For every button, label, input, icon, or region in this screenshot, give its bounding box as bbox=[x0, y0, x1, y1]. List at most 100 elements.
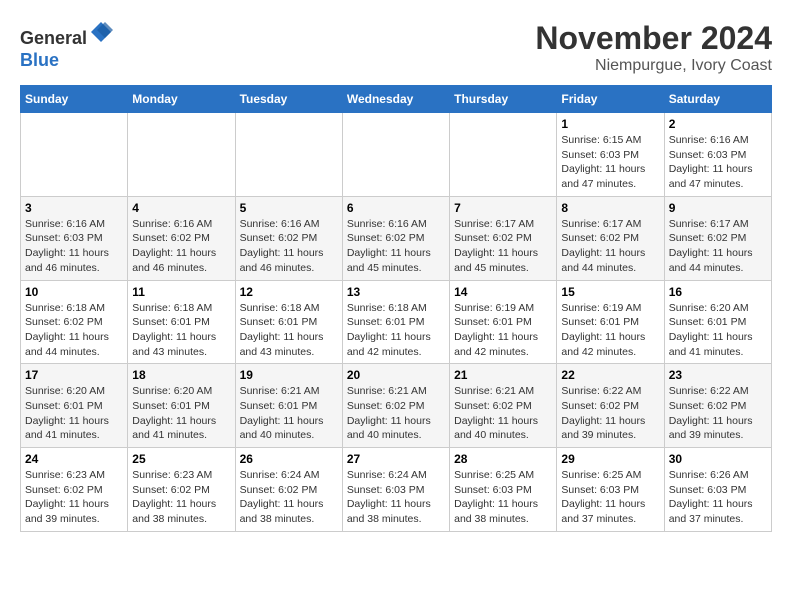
day-number: 8 bbox=[561, 201, 659, 215]
title-block: November 2024 Niempurgue, Ivory Coast bbox=[535, 20, 772, 75]
day-info: Sunrise: 6:18 AMSunset: 6:02 PMDaylight:… bbox=[25, 301, 123, 360]
day-info: Sunrise: 6:21 AMSunset: 6:01 PMDaylight:… bbox=[240, 384, 338, 443]
day-info: Sunrise: 6:16 AMSunset: 6:03 PMDaylight:… bbox=[25, 217, 123, 276]
day-number: 24 bbox=[25, 452, 123, 466]
day-info: Sunrise: 6:20 AMSunset: 6:01 PMDaylight:… bbox=[25, 384, 123, 443]
calendar-table: SundayMondayTuesdayWednesdayThursdayFrid… bbox=[20, 85, 772, 532]
column-header-tuesday: Tuesday bbox=[235, 86, 342, 113]
day-number: 16 bbox=[669, 285, 767, 299]
day-info: Sunrise: 6:20 AMSunset: 6:01 PMDaylight:… bbox=[132, 384, 230, 443]
day-info: Sunrise: 6:25 AMSunset: 6:03 PMDaylight:… bbox=[561, 468, 659, 527]
calendar-cell: 8 Sunrise: 6:17 AMSunset: 6:02 PMDaylight… bbox=[557, 196, 664, 280]
calendar-cell bbox=[450, 113, 557, 197]
day-info: Sunrise: 6:26 AMSunset: 6:03 PMDaylight:… bbox=[669, 468, 767, 527]
day-number: 25 bbox=[132, 452, 230, 466]
day-number: 9 bbox=[669, 201, 767, 215]
day-number: 1 bbox=[561, 117, 659, 131]
day-number: 28 bbox=[454, 452, 552, 466]
logo-blue: Blue bbox=[20, 50, 59, 70]
column-header-sunday: Sunday bbox=[21, 86, 128, 113]
calendar-cell bbox=[342, 113, 449, 197]
column-header-wednesday: Wednesday bbox=[342, 86, 449, 113]
calendar-cell: 28 Sunrise: 6:25 AMSunset: 6:03 PMDayligh… bbox=[450, 448, 557, 532]
calendar-cell: 7 Sunrise: 6:17 AMSunset: 6:02 PMDaylight… bbox=[450, 196, 557, 280]
calendar-cell: 14Sunrise: 6:19 AMSunset: 6:01 PMDayligh… bbox=[450, 280, 557, 364]
day-number: 13 bbox=[347, 285, 445, 299]
calendar-cell: 9 Sunrise: 6:17 AMSunset: 6:02 PMDaylight… bbox=[664, 196, 771, 280]
day-number: 7 bbox=[454, 201, 552, 215]
day-info: Sunrise: 6:17 AMSunset: 6:02 PMDaylight:… bbox=[669, 217, 767, 276]
calendar-cell: 2Sunrise: 6:16 AMSunset: 6:03 PMDaylight… bbox=[664, 113, 771, 197]
calendar-cell: 21 Sunrise: 6:21 AMSunset: 6:02 PMDayligh… bbox=[450, 364, 557, 448]
day-info: Sunrise: 6:17 AMSunset: 6:02 PMDaylight:… bbox=[454, 217, 552, 276]
calendar-cell: 13 Sunrise: 6:18 AMSunset: 6:01 PMDayligh… bbox=[342, 280, 449, 364]
day-number: 6 bbox=[347, 201, 445, 215]
day-number: 20 bbox=[347, 368, 445, 382]
logo-general: General bbox=[20, 28, 87, 48]
column-header-thursday: Thursday bbox=[450, 86, 557, 113]
day-number: 21 bbox=[454, 368, 552, 382]
day-info: Sunrise: 6:25 AMSunset: 6:03 PMDaylight:… bbox=[454, 468, 552, 527]
month-title: November 2024 bbox=[535, 20, 772, 57]
calendar-cell: 19 Sunrise: 6:21 AMSunset: 6:01 PMDayligh… bbox=[235, 364, 342, 448]
calendar-cell: 15 Sunrise: 6:19 AMSunset: 6:01 PMDayligh… bbox=[557, 280, 664, 364]
day-number: 29 bbox=[561, 452, 659, 466]
day-number: 26 bbox=[240, 452, 338, 466]
day-number: 4 bbox=[132, 201, 230, 215]
column-header-friday: Friday bbox=[557, 86, 664, 113]
column-header-saturday: Saturday bbox=[664, 86, 771, 113]
calendar-cell: 26 Sunrise: 6:24 AMSunset: 6:02 PMDayligh… bbox=[235, 448, 342, 532]
calendar-cell: 25Sunrise: 6:23 AMSunset: 6:02 PMDayligh… bbox=[128, 448, 235, 532]
day-info: Sunrise: 6:16 AMSunset: 6:02 PMDaylight:… bbox=[347, 217, 445, 276]
calendar-cell: 16 Sunrise: 6:20 AMSunset: 6:01 PMDayligh… bbox=[664, 280, 771, 364]
calendar-cell bbox=[128, 113, 235, 197]
calendar-cell: 6 Sunrise: 6:16 AMSunset: 6:02 PMDaylight… bbox=[342, 196, 449, 280]
day-info: Sunrise: 6:20 AMSunset: 6:01 PMDaylight:… bbox=[669, 301, 767, 360]
day-info: Sunrise: 6:24 AMSunset: 6:03 PMDaylight:… bbox=[347, 468, 445, 527]
calendar-cell: 10 Sunrise: 6:18 AMSunset: 6:02 PMDayligh… bbox=[21, 280, 128, 364]
calendar-cell: 4Sunrise: 6:16 AMSunset: 6:02 PMDaylight… bbox=[128, 196, 235, 280]
day-info: Sunrise: 6:24 AMSunset: 6:02 PMDaylight:… bbox=[240, 468, 338, 527]
column-header-monday: Monday bbox=[128, 86, 235, 113]
day-number: 3 bbox=[25, 201, 123, 215]
day-info: Sunrise: 6:21 AMSunset: 6:02 PMDaylight:… bbox=[347, 384, 445, 443]
calendar-cell: 1 Sunrise: 6:15 AMSunset: 6:03 PMDaylight… bbox=[557, 113, 664, 197]
day-number: 23 bbox=[669, 368, 767, 382]
calendar-cell bbox=[21, 113, 128, 197]
calendar-cell: 17 Sunrise: 6:20 AMSunset: 6:01 PMDayligh… bbox=[21, 364, 128, 448]
day-info: Sunrise: 6:21 AMSunset: 6:02 PMDaylight:… bbox=[454, 384, 552, 443]
calendar-cell: 18 Sunrise: 6:20 AMSunset: 6:01 PMDayligh… bbox=[128, 364, 235, 448]
day-number: 30 bbox=[669, 452, 767, 466]
calendar-cell: 3 Sunrise: 6:16 AMSunset: 6:03 PMDaylight… bbox=[21, 196, 128, 280]
calendar-cell: 20 Sunrise: 6:21 AMSunset: 6:02 PMDayligh… bbox=[342, 364, 449, 448]
day-number: 10 bbox=[25, 285, 123, 299]
day-info: Sunrise: 6:17 AMSunset: 6:02 PMDaylight:… bbox=[561, 217, 659, 276]
day-number: 12 bbox=[240, 285, 338, 299]
calendar-cell: 5Sunrise: 6:16 AMSunset: 6:02 PMDaylight… bbox=[235, 196, 342, 280]
day-info: Sunrise: 6:15 AMSunset: 6:03 PMDaylight:… bbox=[561, 133, 659, 192]
day-info: Sunrise: 6:22 AMSunset: 6:02 PMDaylight:… bbox=[669, 384, 767, 443]
day-number: 15 bbox=[561, 285, 659, 299]
page-header: General Blue November 2024 Niempurgue, I… bbox=[20, 20, 772, 75]
calendar-cell: 23 Sunrise: 6:22 AMSunset: 6:02 PMDayligh… bbox=[664, 364, 771, 448]
day-info: Sunrise: 6:22 AMSunset: 6:02 PMDaylight:… bbox=[561, 384, 659, 443]
day-number: 18 bbox=[132, 368, 230, 382]
calendar-cell bbox=[235, 113, 342, 197]
day-info: Sunrise: 6:18 AMSunset: 6:01 PMDaylight:… bbox=[240, 301, 338, 360]
calendar-cell: 30 Sunrise: 6:26 AMSunset: 6:03 PMDayligh… bbox=[664, 448, 771, 532]
day-info: Sunrise: 6:18 AMSunset: 6:01 PMDaylight:… bbox=[347, 301, 445, 360]
day-info: Sunrise: 6:19 AMSunset: 6:01 PMDaylight:… bbox=[561, 301, 659, 360]
day-number: 19 bbox=[240, 368, 338, 382]
day-info: Sunrise: 6:16 AMSunset: 6:03 PMDaylight:… bbox=[669, 133, 767, 192]
calendar-cell: 24 Sunrise: 6:23 AMSunset: 6:02 PMDayligh… bbox=[21, 448, 128, 532]
calendar-cell: 12 Sunrise: 6:18 AMSunset: 6:01 PMDayligh… bbox=[235, 280, 342, 364]
calendar-cell: 11Sunrise: 6:18 AMSunset: 6:01 PMDayligh… bbox=[128, 280, 235, 364]
day-info: Sunrise: 6:19 AMSunset: 6:01 PMDaylight:… bbox=[454, 301, 552, 360]
calendar-cell: 29 Sunrise: 6:25 AMSunset: 6:03 PMDayligh… bbox=[557, 448, 664, 532]
day-number: 27 bbox=[347, 452, 445, 466]
day-info: Sunrise: 6:23 AMSunset: 6:02 PMDaylight:… bbox=[25, 468, 123, 527]
day-number: 17 bbox=[25, 368, 123, 382]
day-info: Sunrise: 6:16 AMSunset: 6:02 PMDaylight:… bbox=[240, 217, 338, 276]
day-number: 22 bbox=[561, 368, 659, 382]
day-info: Sunrise: 6:18 AMSunset: 6:01 PMDaylight:… bbox=[132, 301, 230, 360]
